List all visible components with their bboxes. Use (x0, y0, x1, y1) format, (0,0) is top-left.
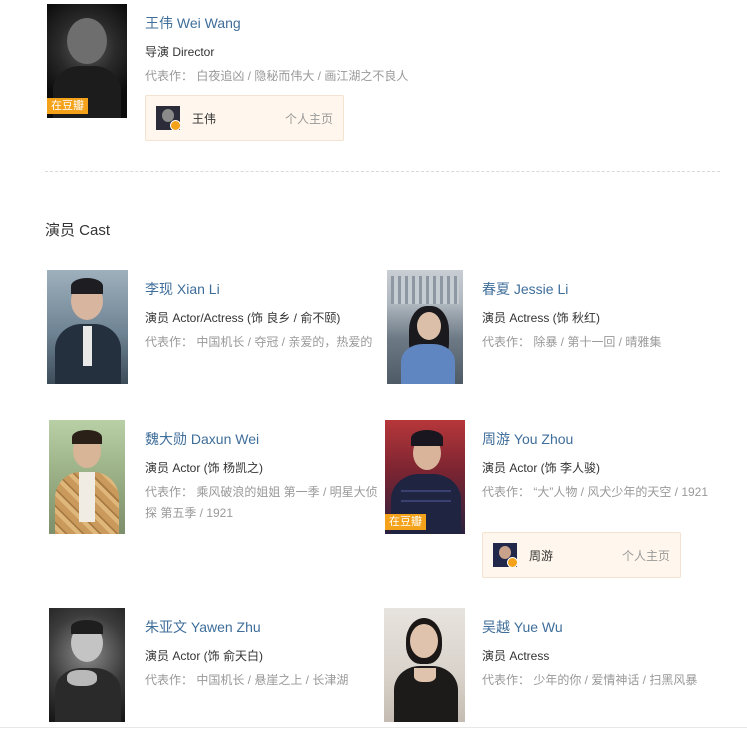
section-divider (45, 171, 720, 172)
cast-photo[interactable] (49, 608, 125, 722)
homepage-card-name: 王伟 (192, 112, 217, 126)
cast-name[interactable]: 魏大勋 Daxun Wei (145, 429, 259, 449)
cast-photo[interactable] (47, 270, 128, 384)
cast-works: 代表作： 少年的你 / 爱情神话 / 扫黑风暴 (482, 673, 698, 687)
cast-photo[interactable] (384, 608, 465, 722)
cast-name[interactable]: 周游 You Zhou (482, 429, 573, 449)
director-homepage-card[interactable]: 王伟 个人主页 (145, 95, 344, 141)
director-photo[interactable]: 在豆瓣 (47, 4, 127, 118)
cast-photo[interactable]: 在豆瓣 (385, 420, 465, 534)
cast-works: 代表作： 乘风破浪的姐姐 第一季 / 明星大侦探 第五季 / 1921 (145, 485, 378, 520)
cast-role: 演员 Actor (饰 杨凯之) (145, 461, 264, 475)
cast-name[interactable]: 朱亚文 Yawen Zhu (145, 617, 261, 637)
cast-works: 代表作： 中国机长 / 悬崖之上 / 长津湖 (145, 673, 349, 687)
verified-icon (507, 557, 517, 567)
cast-photo[interactable] (49, 420, 125, 534)
cast-role: 演员 Actress (482, 649, 550, 663)
homepage-card-name: 周游 (529, 549, 554, 563)
avatar (156, 106, 180, 130)
personal-homepage-link[interactable]: 个人主页 (285, 110, 333, 127)
cast-name[interactable]: 吴越 Yue Wu (482, 617, 563, 637)
cast-name[interactable]: 春夏 Jessie Li (482, 279, 568, 299)
cast-works: 代表作： “大”人物 / 风犬少年的天空 / 1921 (482, 485, 709, 499)
director-works: 代表作： 白夜追凶 / 隐秘而伟大 / 画江湖之不良人 (145, 69, 409, 83)
cast-role: 演员 Actor/Actress (饰 良乡 / 俞不颐) (145, 311, 341, 325)
cast-section-title: 演员 Cast (45, 222, 111, 239)
cast-role: 演员 Actor (饰 俞天白) (145, 649, 264, 663)
cast-name[interactable]: 李现 Xian Li (145, 279, 220, 299)
cast-role: 演员 Actor (饰 李人骏) (482, 461, 601, 475)
cast-works: 代表作： 除暴 / 第十一回 / 晴雅集 (482, 335, 662, 349)
cast-photo[interactable] (387, 270, 463, 384)
cast-works: 代表作： 中国机长 / 夺冠 / 亲爱的，热爱的 (145, 335, 373, 349)
director-name[interactable]: 王伟 Wei Wang (145, 13, 241, 33)
verified-icon (170, 120, 180, 130)
cast-role: 演员 Actress (饰 秋红) (482, 311, 601, 325)
on-douban-badge[interactable]: 在豆瓣 (385, 514, 426, 530)
director-role: 导演 Director (145, 45, 215, 59)
on-douban-badge[interactable]: 在豆瓣 (47, 98, 88, 114)
avatar (493, 543, 517, 567)
cast-homepage-card[interactable]: 周游 个人主页 (482, 532, 681, 578)
personal-homepage-link[interactable]: 个人主页 (622, 547, 670, 564)
bottom-divider (0, 727, 747, 728)
